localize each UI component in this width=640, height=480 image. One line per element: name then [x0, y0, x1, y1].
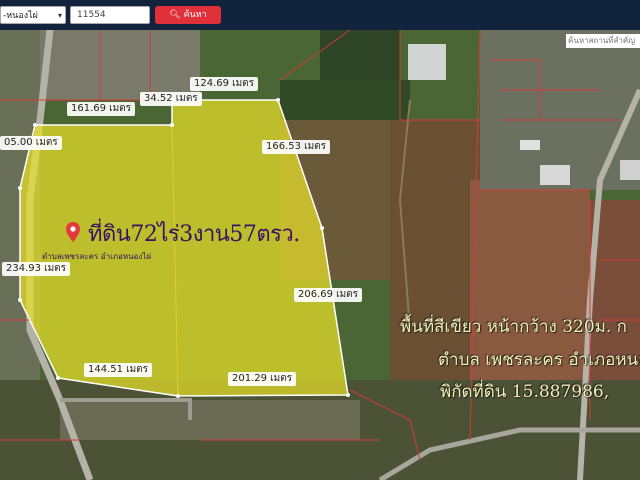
measurement-label: 34.52 เมตร — [140, 92, 202, 106]
description-line: พื้นที่สีเขียว หน้ากว้าง 320ม. ก — [400, 317, 627, 337]
plot-title: ที่ดิน72ไร่3งาน57ตรว. — [88, 222, 300, 247]
measurement-label: 05.00 เมตร — [0, 136, 62, 150]
chevron-down-icon: ▾ — [57, 11, 62, 20]
measurement-label: 144.51 เมตร — [84, 363, 153, 377]
measurement-label: 206.69 เมตร — [294, 288, 363, 302]
description-line: พิกัดที่ดิน 15.887986, — [440, 382, 610, 402]
location-pin-icon[interactable] — [66, 222, 80, 242]
search-toolbar: -หนองไผ่ ▾ 11554 🔍︎ ค้นหา — [0, 0, 640, 30]
measurement-label: 234.93 เมตร — [2, 262, 71, 276]
measurement-label: 161.69 เมตร — [67, 102, 136, 116]
measurement-label: 201.29 เมตร — [228, 372, 297, 386]
search-button[interactable]: 🔍︎ ค้นหา — [155, 6, 221, 24]
pin-subtitle: ตำบลเพชรละคร อำเภอหนองไผ่ — [42, 252, 152, 261]
district-select[interactable]: -หนองไผ่ ▾ — [0, 6, 66, 24]
measurement-label: 166.53 เมตร — [262, 140, 331, 154]
place-search-input[interactable]: ค้นหาสถานที่สำคัญ — [566, 34, 640, 48]
description-line: ตำบล เพชรละคร อำเภอหนอ — [438, 350, 640, 370]
measurement-label: 124.69 เมตร — [190, 77, 259, 91]
search-icon: 🔍︎ — [169, 10, 181, 20]
search-input[interactable]: 11554 — [70, 6, 150, 24]
